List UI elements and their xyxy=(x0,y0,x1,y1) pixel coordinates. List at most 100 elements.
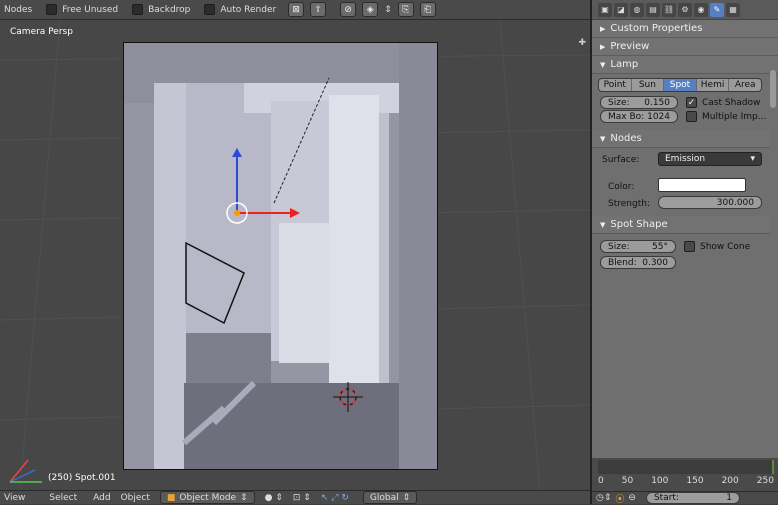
multiple-importance-label: Multiple Imp... xyxy=(702,111,767,122)
timeline-ticks: 0 50 100 150 200 250 xyxy=(598,476,774,486)
current-frame-marker[interactable] xyxy=(772,460,774,474)
expanded-arrow-icon: ▼ xyxy=(600,60,606,69)
start-frame-label: Start: xyxy=(653,493,679,503)
lamp-type-sun[interactable]: Sun xyxy=(631,79,665,91)
scene-tab-icon[interactable]: ◪ xyxy=(614,2,628,17)
lamp-title: Lamp xyxy=(610,59,639,70)
lamp-type-hemi[interactable]: Hemi xyxy=(696,79,730,91)
paste-icon[interactable]: ⎗ xyxy=(419,2,436,17)
expanded-arrow-icon: ▼ xyxy=(600,134,606,143)
3d-viewport[interactable]: Camera Persp ✚ (250) Spot.001 xyxy=(0,20,590,490)
nodes-section[interactable]: ▼ Nodes xyxy=(592,130,770,148)
snap-icon[interactable]: ⊠ xyxy=(288,2,305,17)
max-bounces-field[interactable]: Max Bo: 1024 xyxy=(600,110,678,123)
start-frame-value: 1 xyxy=(726,493,732,503)
cast-shadow-checkbox[interactable] xyxy=(686,97,697,108)
timeline-tick: 100 xyxy=(651,476,669,486)
lamp-size-label: Size: xyxy=(608,97,630,108)
timeline-tick: 200 xyxy=(721,476,739,486)
strength-label: Strength: xyxy=(608,199,650,209)
spot-shape-section[interactable]: ▼ Spot Shape xyxy=(592,216,770,234)
object-menu[interactable]: Object xyxy=(121,493,150,503)
orientation-select[interactable]: Global ⇕ xyxy=(362,491,418,504)
spot-blend-field[interactable]: Blend: 0.300 xyxy=(600,256,676,269)
cast-shadow-toggle[interactable]: Cast Shadow xyxy=(686,97,760,108)
object-tab-icon[interactable]: ▤ xyxy=(646,2,660,17)
color-swatch[interactable] xyxy=(658,178,746,192)
spot-size-field[interactable]: Size: 55° xyxy=(600,240,676,253)
lamp-section[interactable]: ▼ Lamp xyxy=(592,56,778,74)
updown-icon: ⇕ xyxy=(402,492,411,503)
backdrop-checkbox[interactable] xyxy=(132,4,144,15)
lamp-data-tab-icon[interactable]: ✎ xyxy=(710,2,724,17)
mode-label: Object Mode xyxy=(179,492,237,503)
dropdown-icon: ▾ xyxy=(750,154,755,164)
custom-properties-section[interactable]: ▶ Custom Properties xyxy=(592,20,778,38)
viewport-label: Camera Persp xyxy=(10,27,73,37)
multiple-importance-toggle[interactable]: Multiple Imp... xyxy=(686,111,766,122)
lock-icon[interactable]: ⊖ xyxy=(628,493,636,503)
scene-render xyxy=(124,43,437,469)
modifier-tab-icon[interactable]: ⚙ xyxy=(678,2,692,17)
lamp-type-spot[interactable]: Spot xyxy=(664,79,697,91)
render-tab-icon[interactable]: ▣ xyxy=(598,2,612,17)
link-icon[interactable]: ⊘ xyxy=(340,2,357,17)
viewport-corner-icon[interactable]: ✚ xyxy=(578,38,586,48)
add-menu[interactable]: Add xyxy=(93,493,110,503)
max-bounces-value: 1024 xyxy=(647,111,670,122)
copy-icon[interactable]: ⎘ xyxy=(397,2,414,17)
strength-field[interactable]: 300.000 xyxy=(658,196,762,209)
properties-tabs: ▣ ◪ ◍ ▤ ⛓ ⚙ ◉ ✎ ▦ xyxy=(592,0,778,20)
spot-shape-title: Spot Shape xyxy=(610,219,668,230)
show-cone-toggle[interactable]: Show Cone xyxy=(684,241,750,252)
show-cone-checkbox[interactable] xyxy=(684,241,695,252)
texture-tab-icon[interactable]: ▦ xyxy=(726,2,740,17)
manipulator-icon[interactable]: ↖ ⤢ ↻ xyxy=(321,493,349,503)
backdrop-label: Backdrop xyxy=(148,4,191,15)
spot-size-label: Size: xyxy=(608,241,630,252)
lamp-type-area[interactable]: Area xyxy=(729,79,761,91)
timeline-tick: 150 xyxy=(686,476,704,486)
select-menu[interactable]: Select xyxy=(49,493,77,503)
lamp-size-value: 0.150 xyxy=(644,97,670,108)
spot-size-value: 55° xyxy=(652,241,668,252)
auto-render-checkbox[interactable] xyxy=(204,4,216,15)
clock-icon[interactable]: ◷⇕ xyxy=(596,493,611,503)
free-unused-label: Free Unused xyxy=(62,4,119,15)
spot-blend-label: Blend: xyxy=(608,257,637,268)
custom-properties-title: Custom Properties xyxy=(610,23,703,34)
constraint-tab-icon[interactable]: ⛓ xyxy=(662,2,676,17)
timeline-tick: 0 xyxy=(598,476,604,486)
lamp-type-point[interactable]: Point xyxy=(599,79,632,91)
properties-scrollbar[interactable] xyxy=(770,70,776,108)
mode-select[interactable]: ■ Object Mode ⇕ xyxy=(159,491,255,504)
shading-icon[interactable]: ● ⇕ xyxy=(265,493,283,503)
lamp-size-field[interactable]: Size: 0.150 xyxy=(600,96,678,109)
timeline-tick: 250 xyxy=(756,476,774,486)
node-editor-header: Nodes Free Unused Backdrop Auto Render ⊠… xyxy=(0,0,590,20)
physics-tab-icon[interactable]: ◉ xyxy=(694,2,708,17)
preview-section[interactable]: ▶ Preview xyxy=(592,38,778,56)
view-menu[interactable]: View xyxy=(4,493,25,503)
pin-icon[interactable]: ◈ xyxy=(362,2,379,17)
surface-value: Emission xyxy=(665,154,706,164)
free-unused-checkbox[interactable] xyxy=(46,4,58,15)
world-tab-icon[interactable]: ◍ xyxy=(630,2,644,17)
updown-icon[interactable]: ⇕ xyxy=(384,5,392,15)
viewport-header: View Select Add Object ■ Object Mode ⇕ ● ⇕… xyxy=(0,490,590,504)
free-unused-toggle[interactable]: Free Unused xyxy=(46,4,118,15)
pivot-icon[interactable]: ⊡ ⇕ xyxy=(293,493,311,503)
nodes-menu[interactable]: Nodes xyxy=(4,5,32,15)
start-frame-field[interactable]: Start: 1 xyxy=(645,492,740,504)
collapsed-arrow-icon: ▶ xyxy=(600,42,606,51)
multiple-importance-checkbox[interactable] xyxy=(686,111,697,122)
surface-select[interactable]: Emission ▾ xyxy=(658,152,762,166)
strength-value: 300.000 xyxy=(716,197,754,208)
up-arrow-icon[interactable]: ⇧ xyxy=(310,2,327,17)
auto-render-toggle[interactable]: Auto Render xyxy=(204,4,276,15)
lamp-type-selector: Point Sun Spot Hemi Area xyxy=(598,78,762,92)
color-label: Color: xyxy=(608,182,635,192)
timeline-track[interactable] xyxy=(598,460,774,474)
backdrop-toggle[interactable]: Backdrop xyxy=(132,4,190,15)
key-icon[interactable]: ⦿ xyxy=(615,492,624,505)
